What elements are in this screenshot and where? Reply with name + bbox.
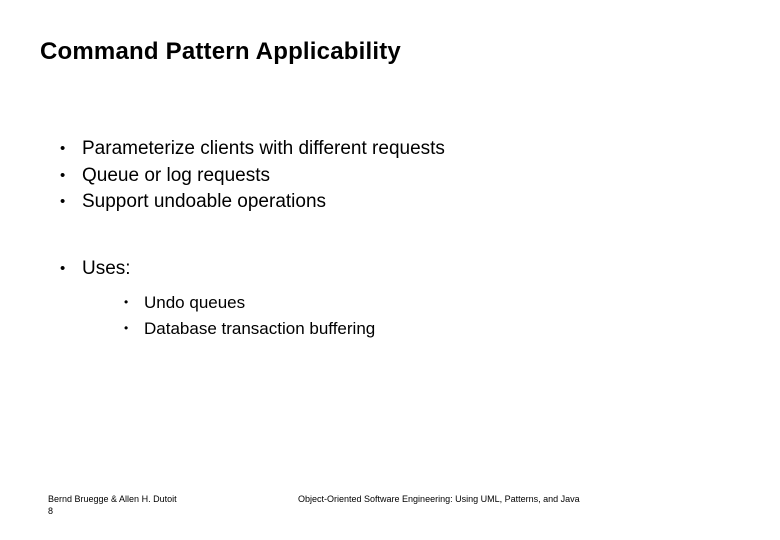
sub-bullet-item: Database transaction buffering xyxy=(124,316,740,342)
bullet-item-uses: Uses: Undo queues Database transaction b… xyxy=(60,256,740,342)
footer-authors-block: Bernd Bruegge & Allen H. Dutoit 8 xyxy=(48,494,248,516)
sub-bullet-list: Undo queues Database transaction bufferi… xyxy=(124,290,740,341)
slide-footer: Bernd Bruegge & Allen H. Dutoit 8 Object… xyxy=(48,494,740,516)
sub-bullet-item: Undo queues xyxy=(124,290,740,316)
spacer xyxy=(40,216,740,256)
bullet-item: Queue or log requests xyxy=(60,163,740,190)
bullet-label: Uses: xyxy=(82,258,131,279)
bullet-item: Support undoable operations xyxy=(60,189,740,216)
footer-authors: Bernd Bruegge & Allen H. Dutoit xyxy=(48,494,248,504)
slide-title: Command Pattern Applicability xyxy=(40,38,740,66)
slide-content: Command Pattern Applicability Parameteri… xyxy=(0,0,780,341)
uses-bullet-list: Uses: Undo queues Database transaction b… xyxy=(60,256,740,342)
footer-page-number: 8 xyxy=(48,506,248,516)
main-bullet-list: Parameterize clients with different requ… xyxy=(60,136,740,216)
footer-book-title: Object-Oriented Software Engineering: Us… xyxy=(298,494,580,504)
bullet-item: Parameterize clients with different requ… xyxy=(60,136,740,163)
